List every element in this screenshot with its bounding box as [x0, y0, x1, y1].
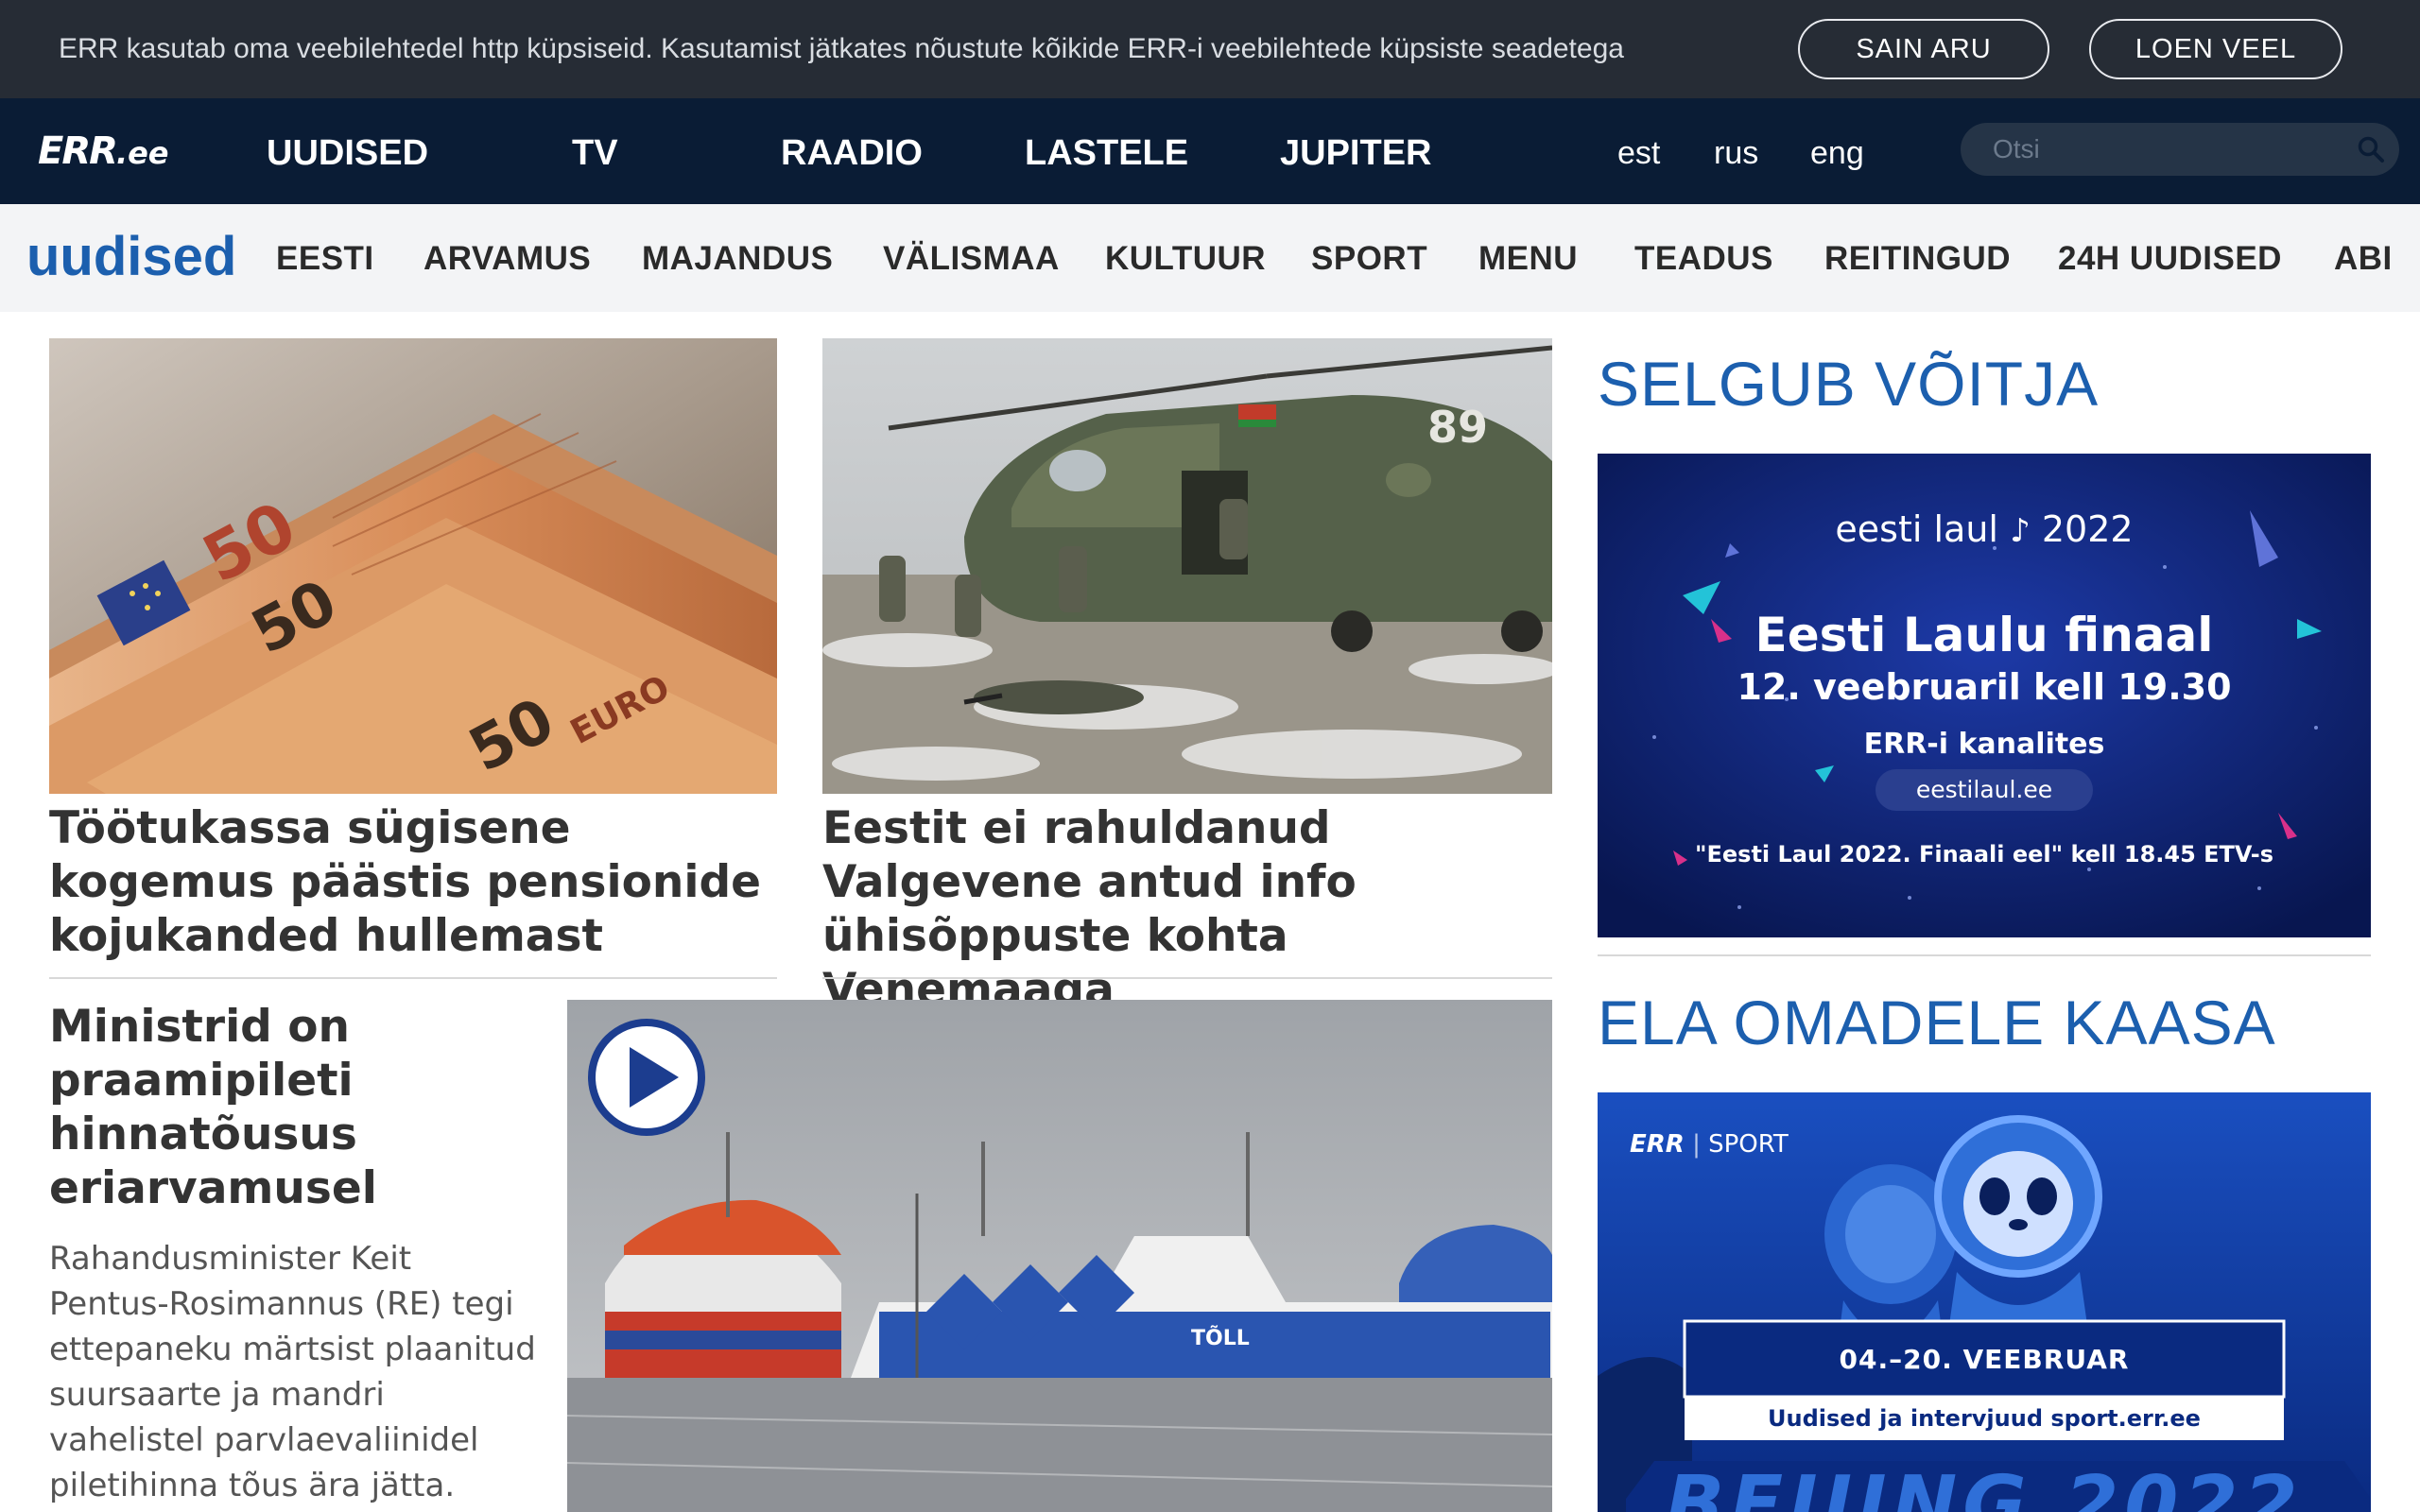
promo-dates: 04.–20. VEEBRUAR: [1839, 1344, 2130, 1375]
err-sport-logo: ERR | SPORT: [1630, 1130, 1789, 1159]
subnav-item-sport[interactable]: SPORT: [1311, 240, 1427, 278]
nav-item-uudised[interactable]: UUDISED: [267, 132, 428, 174]
promo-note: "Eesti Laul 2022. Finaali eel" kell 18.4…: [1695, 841, 2273, 868]
err-sport-brand: ERR: [1630, 1130, 1685, 1159]
subnav-item-reitingud[interactable]: REITINGUD: [1824, 240, 2011, 278]
eesti-laul-logo-text: eesti laul: [1835, 508, 1998, 550]
search-box: [1961, 123, 2399, 176]
cookie-accept-button[interactable]: SAIN ARU: [1798, 19, 2049, 79]
logo-text: ERR: [38, 129, 118, 173]
subnav-item-24h-uudised[interactable]: 24H UUDISED: [2058, 240, 2282, 278]
promo-banner-beijing[interactable]: ERR | SPORT 04.–20. VEEBRUAR Uudised ja …: [1598, 1092, 2371, 1512]
article-image-ferry[interactable]: TÕLL: [567, 1000, 1552, 1512]
article-image-banknotes[interactable]: 50 50 50 EURO: [49, 338, 777, 794]
cookie-text: ERR kasutab oma veebilehtedel http küpsi…: [59, 33, 1624, 64]
section-title-uudised[interactable]: uudised: [26, 229, 236, 285]
section-navigation: uudised EESTI ARVAMUS MAJANDUS VÄLISMAA …: [0, 204, 2420, 312]
divider: [822, 977, 1552, 979]
subnav-item-abi[interactable]: ABI: [2334, 240, 2393, 278]
nav-item-jupiter[interactable]: JUPITER: [1280, 132, 1431, 174]
promo-subtitle: Uudised ja intervjuud sport.err.ee: [1768, 1405, 2201, 1432]
article-headline[interactable]: Töötukassa sügisene kogemus päästis pens…: [49, 801, 777, 963]
err-sport-suffix: SPORT: [1708, 1130, 1789, 1159]
note-icon: ♪: [2010, 512, 2031, 550]
lang-rus[interactable]: rus: [1714, 134, 1758, 172]
subnav-item-arvamus[interactable]: ARVAMUS: [424, 240, 591, 278]
nav-item-lastele[interactable]: LASTELE: [1025, 132, 1188, 174]
cookie-banner: ERR kasutab oma veebilehtedel http küpsi…: [0, 0, 2420, 98]
article-lead: Rahandusminister Keit Pentus-Rosimannus …: [49, 1240, 536, 1504]
promo-banner-eesti-laul[interactable]: eesti laul ♪ 2022 Eesti Laulu finaal 12.…: [1598, 454, 2371, 937]
eesti-laul-year: 2022: [2041, 508, 2134, 550]
ferry-name-text: TÕLL: [1191, 1326, 1250, 1350]
sidebar-heading: SELGUB VÕITJA: [1598, 349, 2100, 419]
helicopter-number-text: 89: [1427, 402, 1488, 453]
search-input[interactable]: [1993, 130, 2342, 168]
subnav-item-majandus[interactable]: MAJANDUS: [642, 240, 833, 278]
article-headline[interactable]: Ministrid on praamipileti hinnatõusus er…: [49, 1000, 541, 1215]
main-navigation: ERR.ee UUDISED TV RAADIO LASTELE JUPITER…: [0, 98, 2420, 204]
subnav-item-kultuur[interactable]: KULTUUR: [1105, 240, 1266, 278]
nav-item-raadio[interactable]: RAADIO: [781, 132, 923, 174]
subnav-item-teadus[interactable]: TEADUS: [1634, 240, 1773, 278]
lang-est[interactable]: est: [1617, 134, 1660, 172]
cookie-read-more-button[interactable]: LOEN VEEL: [2089, 19, 2342, 79]
eesti-laul-logo: eesti laul ♪ 2022: [1598, 508, 2371, 552]
subnav-item-menu[interactable]: MENU: [1478, 240, 1578, 278]
logo-suffix: .ee: [115, 135, 169, 171]
nav-item-tv[interactable]: TV: [572, 132, 618, 174]
divider: [49, 977, 777, 979]
article-image-helicopter[interactable]: 89: [822, 338, 1552, 794]
sidebar-heading: ELA OMADELE KAASA: [1598, 988, 2276, 1057]
promo-big-text: BEIJING 2022: [1665, 1460, 2304, 1512]
subnav-item-valismaa[interactable]: VÄLISMAA: [883, 240, 1060, 278]
err-logo[interactable]: ERR.ee: [38, 130, 169, 172]
promo-url-pill[interactable]: eestilaul.ee: [1876, 769, 2093, 811]
subnav-item-eesti[interactable]: EESTI: [276, 240, 374, 278]
divider: [1598, 954, 2371, 956]
promo-channels: ERR-i kanalites: [1863, 728, 2105, 761]
promo-title: Eesti Laulu finaal: [1754, 608, 2214, 662]
promo-date: 12. veebruaril kell 19.30: [1737, 666, 2232, 708]
search-icon[interactable]: [2356, 134, 2386, 164]
article-headline[interactable]: Eestit ei rahuldanud Valgevene antud inf…: [822, 801, 1552, 1017]
lang-eng[interactable]: eng: [1810, 134, 1864, 172]
